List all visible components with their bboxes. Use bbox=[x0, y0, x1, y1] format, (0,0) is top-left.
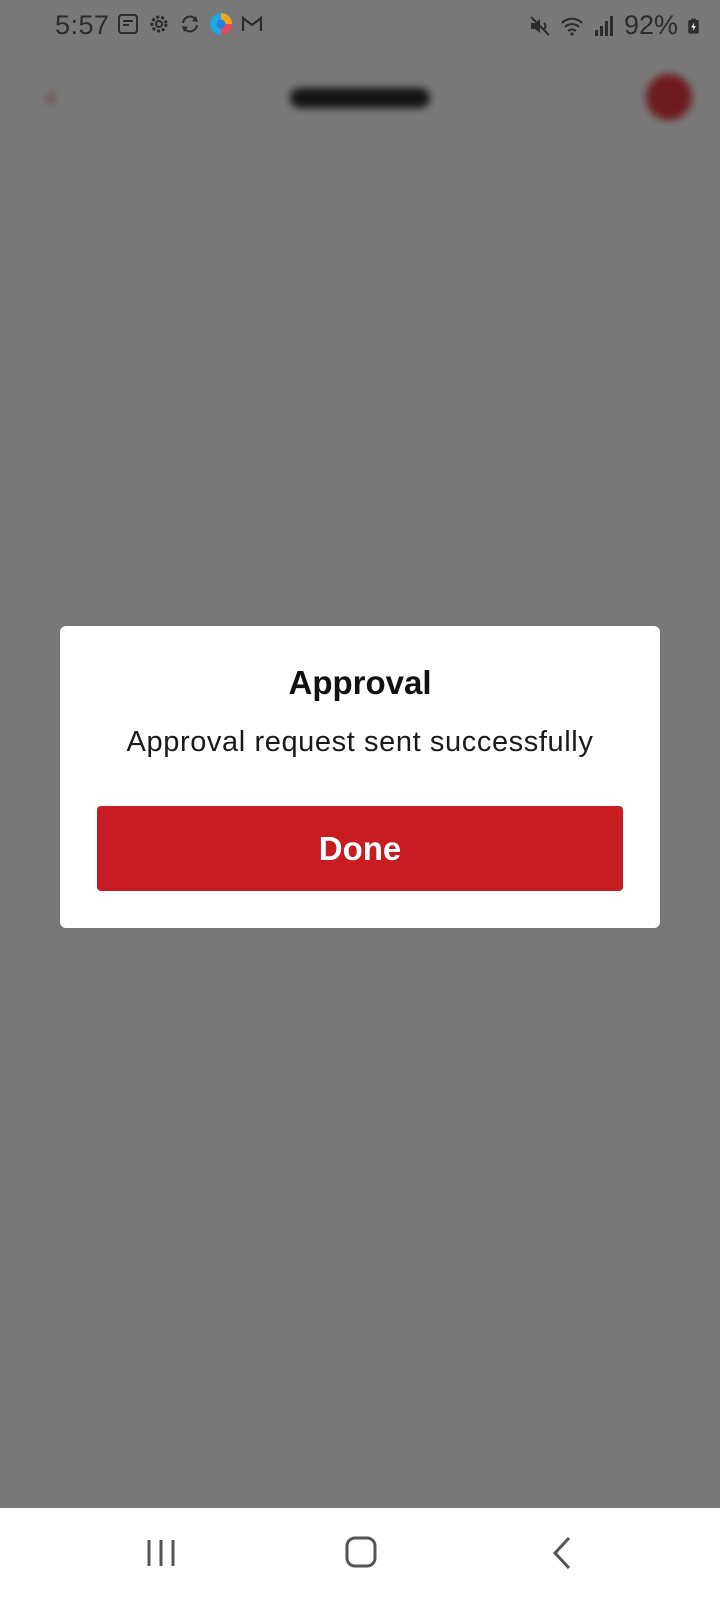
recents-icon[interactable] bbox=[131, 1528, 191, 1578]
navigation-bar bbox=[0, 1508, 720, 1600]
approval-dialog: Approval Approval request sent successfu… bbox=[60, 626, 660, 928]
home-icon[interactable] bbox=[331, 1528, 391, 1578]
battery-charging-icon bbox=[688, 18, 699, 33]
status-time: 5:57 bbox=[55, 10, 110, 40]
settings-icon bbox=[150, 15, 168, 33]
back-icon[interactable] bbox=[533, 1528, 593, 1578]
gmail-icon bbox=[241, 15, 263, 31]
signal-icon bbox=[594, 15, 613, 36]
done-button[interactable]: Done bbox=[97, 806, 623, 891]
dialog-message: Approval request sent successfully bbox=[126, 726, 594, 758]
browser-icon bbox=[210, 13, 232, 35]
battery-percent: 92% bbox=[623, 10, 678, 40]
dialog-title: Approval bbox=[288, 664, 432, 701]
wifi-icon bbox=[561, 17, 583, 36]
status-right: 92% bbox=[528, 10, 704, 41]
status-left-icons bbox=[116, 12, 264, 36]
status-bar: 5:57 92% bbox=[0, 0, 720, 54]
sync-icon bbox=[182, 15, 198, 33]
mute-icon bbox=[530, 15, 550, 36]
notes-icon bbox=[118, 14, 138, 34]
